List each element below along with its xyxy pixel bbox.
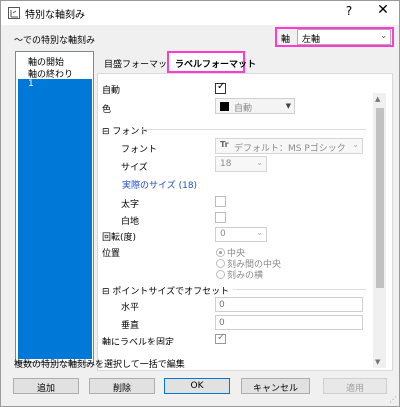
- rotation-value: 0: [220, 229, 226, 239]
- position-label: 位置: [102, 249, 121, 259]
- scroll-down-icon[interactable]: ▼: [375, 358, 380, 366]
- add-button[interactable]: 追加: [13, 378, 79, 394]
- axis-selector: 軸 左軸 ⌄: [275, 27, 394, 47]
- fix-checkbox[interactable]: [215, 332, 226, 344]
- color-label: 色: [102, 105, 112, 115]
- multi-edit-hint: 複数の特別な軸刻みを選択して一括で編集: [14, 360, 185, 370]
- horizontal-offset-input[interactable]: 0: [215, 297, 363, 312]
- font-value: デフォルト：MS Pゴシック: [234, 144, 346, 154]
- resize-grip-icon[interactable]: ⋰: [389, 395, 397, 404]
- tab-tick-format[interactable]: 目盛フォーマット: [98, 53, 176, 73]
- truetype-icon: Tr: [220, 140, 229, 149]
- actual-size-link[interactable]: 実際のサイズ (18): [122, 178, 197, 191]
- window-title: 特別な軸刻み: [25, 10, 85, 21]
- close-button[interactable]: ✕: [373, 2, 393, 18]
- list-item-selected[interactable]: 1: [18, 79, 92, 359]
- rotation-label: 回転(度): [102, 233, 137, 243]
- position-option-beside: 刻みの横: [227, 271, 264, 281]
- bold-label: 太字: [121, 200, 140, 210]
- offset-section-toggle[interactable]: ⊟ ポイントサイズでオフセット: [102, 284, 229, 297]
- panel-scrollbar[interactable]: ▲ ▼: [373, 93, 386, 368]
- chevron-down-icon: ⌄: [256, 228, 263, 237]
- white-bg-label: 白地: [121, 217, 140, 227]
- scroll-up-icon[interactable]: ▲: [375, 95, 380, 103]
- help-button[interactable]: ?: [339, 4, 359, 18]
- dialog-window: 特別な軸刻み ? ✕ 〜での特別な軸刻み 軸 左軸 ⌄ 軸の開始 軸の終わり 1…: [0, 0, 400, 407]
- axis-dropdown-value: 左軸: [302, 35, 321, 45]
- divider: [233, 289, 366, 290]
- color-value: 自動: [234, 104, 253, 114]
- size-label: サイズ: [121, 163, 148, 173]
- vertical-offset-value: 0: [219, 318, 225, 328]
- position-radio-between[interactable]: [216, 259, 225, 268]
- auto-label: 自動: [102, 86, 121, 96]
- fix-label: 軸にラベルを固定: [102, 338, 175, 345]
- size-dropdown[interactable]: 18 ⌄: [215, 156, 267, 172]
- list-item-selected-label: 1: [28, 79, 34, 89]
- vertical-label: 垂直: [121, 321, 140, 331]
- font-dropdown[interactable]: Tr デフォルト：MS Pゴシック ⌄: [215, 138, 363, 154]
- cancel-button[interactable]: キャンセル: [241, 378, 310, 394]
- triangle-down-icon: ▼: [285, 102, 291, 110]
- chevron-down-icon: ⌄: [380, 31, 387, 40]
- app-icon: [8, 7, 20, 19]
- white-bg-checkbox[interactable]: [215, 212, 226, 223]
- horizontal-label: 水平: [121, 303, 140, 313]
- font-section-toggle[interactable]: ⊟ フォント: [102, 124, 148, 137]
- rotation-dropdown[interactable]: 0 ⌄: [215, 227, 267, 242]
- ticks-listbox[interactable]: 軸の開始 軸の終わり 1: [15, 51, 94, 363]
- divider: [141, 129, 366, 130]
- special-ticks-label: 〜での特別な軸刻み: [14, 36, 96, 46]
- axis-dropdown[interactable]: 左軸 ⌄: [297, 29, 391, 45]
- axis-label: 軸: [281, 35, 291, 45]
- offset-section-title: ポイントサイズでオフセット: [112, 287, 230, 297]
- color-dropdown[interactable]: 自動 ▼: [215, 98, 295, 114]
- auto-checkbox[interactable]: [215, 81, 226, 94]
- delete-button[interactable]: 削除: [89, 378, 155, 394]
- tab-label-format[interactable]: ラベルフォーマット: [167, 51, 256, 73]
- chevron-down-icon: ⌄: [256, 158, 263, 167]
- position-radio-beside[interactable]: [216, 270, 225, 279]
- scrollbar-thumb[interactable]: [376, 108, 384, 288]
- color-swatch: [220, 102, 229, 111]
- font-label: フォント: [121, 145, 158, 155]
- position-radio-center[interactable]: [216, 248, 225, 257]
- vertical-offset-input[interactable]: 0: [215, 315, 363, 330]
- title-bar: 特別な軸刻み ? ✕: [1, 1, 399, 25]
- ok-button[interactable]: OK: [164, 378, 230, 394]
- horizontal-offset-value: 0: [219, 300, 225, 310]
- size-value: 18: [220, 159, 232, 169]
- apply-button[interactable]: 適用: [323, 378, 387, 394]
- chevron-down-icon: ⌄: [352, 140, 359, 149]
- bold-checkbox[interactable]: [215, 196, 226, 207]
